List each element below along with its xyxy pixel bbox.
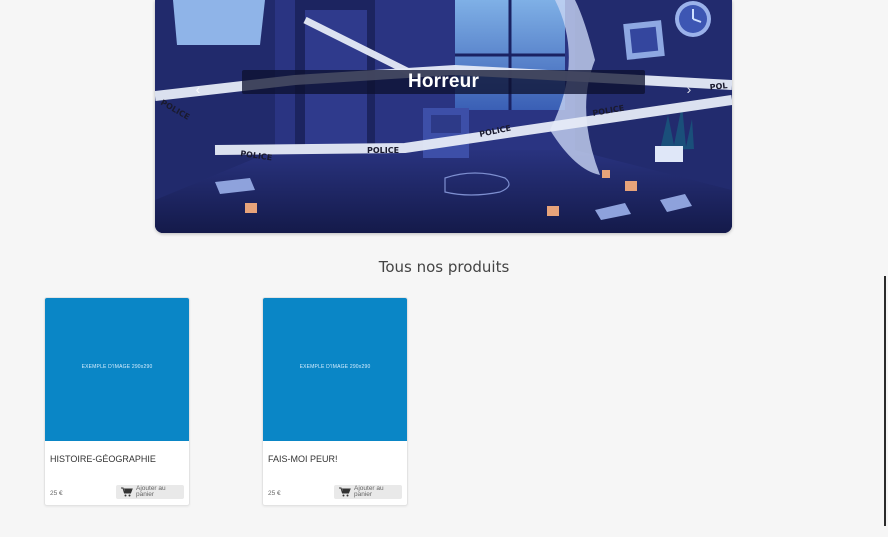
product-name[interactable]: FAIS-MOI PEUR! xyxy=(268,454,338,464)
cart-icon xyxy=(121,487,133,497)
add-to-cart-label: Ajouter au panier xyxy=(136,485,166,498)
product-name[interactable]: HISTOIRE-GÉOGRAPHIE xyxy=(50,454,156,464)
carousel-next-arrow-icon[interactable]: › xyxy=(682,82,696,96)
hero-carousel[interactable]: POLICE POLICE POLICE POLICE POLICE POL H… xyxy=(155,0,732,233)
product-image-placeholder-text: EXEMPLE D'IMAGE 290x290 xyxy=(81,364,153,370)
add-to-cart-label: Ajouter au panier xyxy=(354,485,384,498)
product-image[interactable]: EXEMPLE D'IMAGE 290x290 xyxy=(263,298,407,441)
svg-text:POL: POL xyxy=(709,81,728,92)
product-card[interactable]: EXEMPLE D'IMAGE 290x290 HISTOIRE-GÉOGRAP… xyxy=(44,297,190,506)
product-price: 25 € xyxy=(50,490,63,497)
svg-text:POLICE: POLICE xyxy=(367,146,399,155)
carousel-prev-arrow-icon[interactable]: ‹ xyxy=(191,82,205,96)
add-to-cart-button[interactable]: Ajouter au panier xyxy=(116,485,184,499)
add-to-cart-button[interactable]: Ajouter au panier xyxy=(334,485,402,499)
product-image[interactable]: EXEMPLE D'IMAGE 290x290 xyxy=(45,298,189,441)
product-card[interactable]: EXEMPLE D'IMAGE 290x290 FAIS-MOI PEUR! 2… xyxy=(262,297,408,506)
product-price: 25 € xyxy=(268,490,281,497)
section-title: Tous nos produits xyxy=(378,258,510,276)
cart-icon xyxy=(339,487,351,497)
crime-scene-illustration: POLICE POLICE POLICE POLICE POLICE POL xyxy=(155,0,732,233)
product-image-placeholder-text: EXEMPLE D'IMAGE 290x290 xyxy=(299,364,371,370)
carousel-caption: Horreur xyxy=(242,70,645,94)
scrollbar[interactable] xyxy=(884,276,886,526)
